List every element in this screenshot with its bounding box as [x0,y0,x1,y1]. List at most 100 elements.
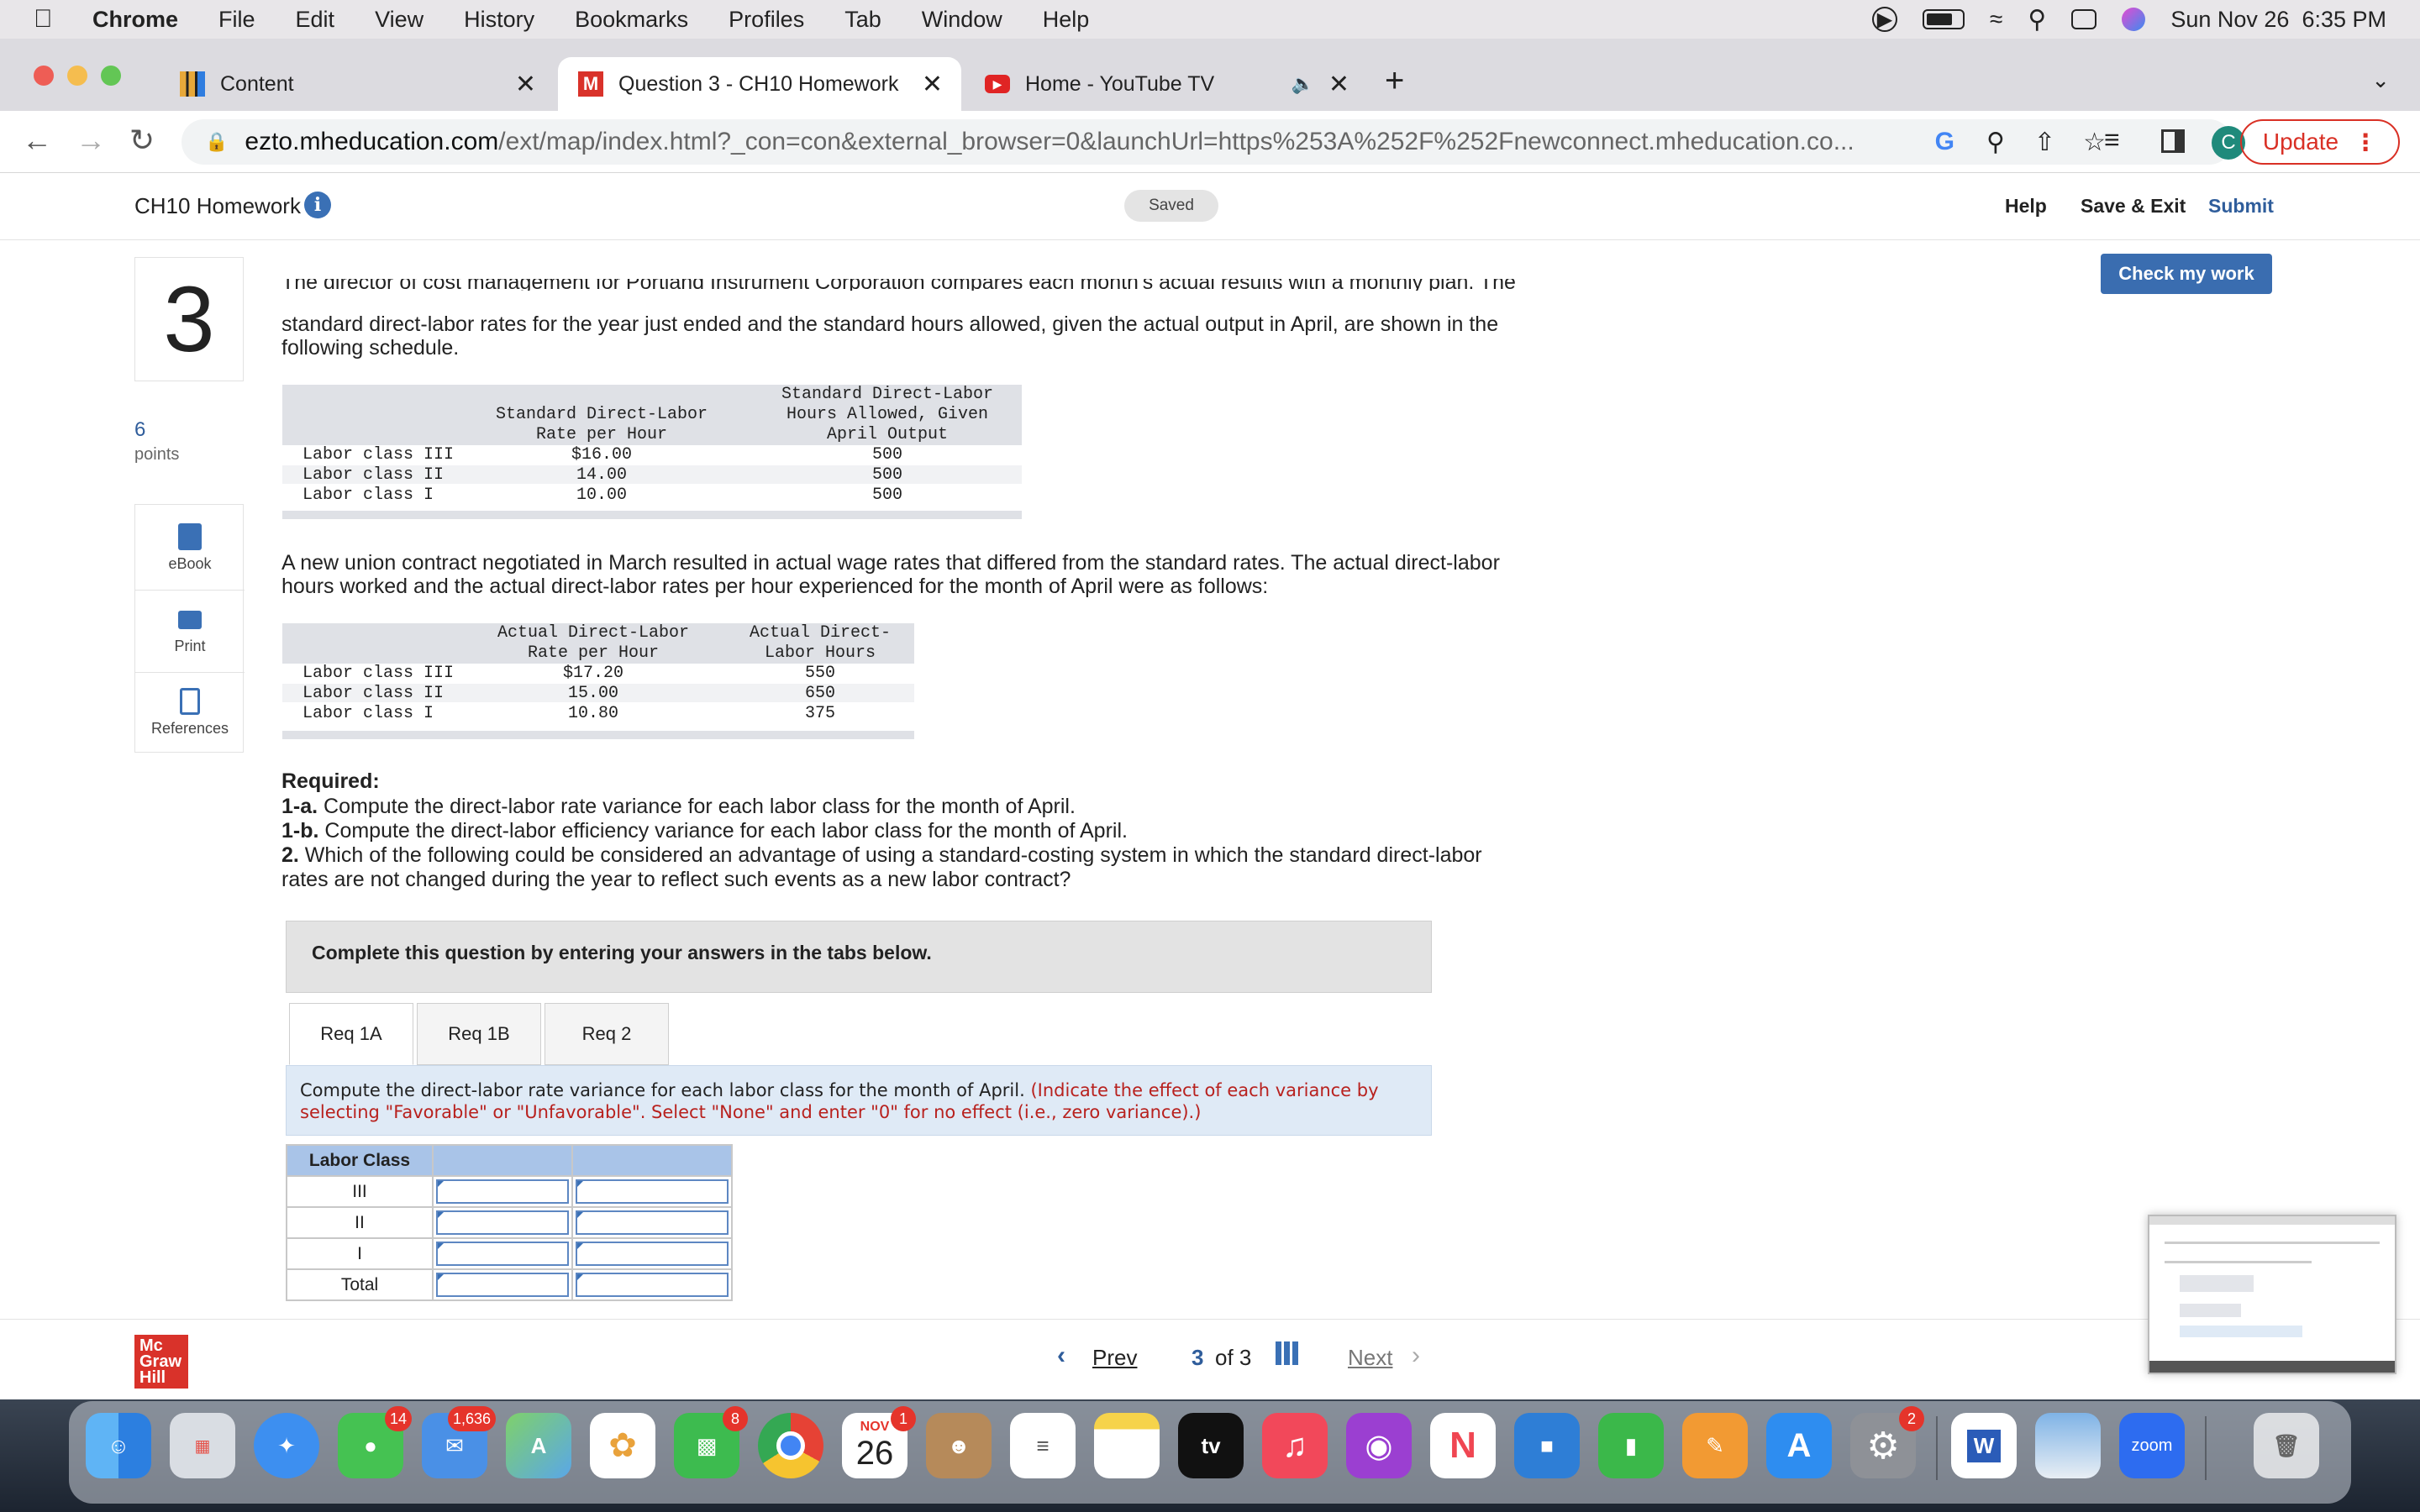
news-icon[interactable]: N [1430,1413,1496,1478]
window-minimize-button[interactable] [67,66,87,86]
variance-amount-input[interactable] [432,1237,573,1270]
photos-icon[interactable]: ✿ [590,1413,655,1478]
next-chevron-icon[interactable]: › [1412,1341,1420,1370]
calendar-icon[interactable]: NOV 26 1 [842,1406,916,1478]
menu-tab[interactable]: Tab [844,7,881,33]
screenshot-thumbnail[interactable] [2148,1215,2396,1374]
preview-icon[interactable] [2035,1413,2101,1478]
wifi-icon[interactable]: ≈ [1990,6,2002,33]
address-bar[interactable]: 🔒 ezto.mheducation.com /ext/map/index.ht… [182,119,2232,165]
submit-link[interactable]: Submit [2208,195,2274,218]
word-icon[interactable]: W [1951,1413,2017,1478]
menu-history[interactable]: History [464,7,534,33]
variance-amount-input[interactable] [432,1175,573,1208]
input-field[interactable] [436,1242,569,1266]
reminders-icon[interactable]: ≡ [1010,1413,1076,1478]
messages-icon[interactable]: ● 14 [338,1406,412,1478]
battery-icon[interactable] [1922,9,1965,29]
menu-edit[interactable]: Edit [296,7,335,33]
reload-icon[interactable]: ↻ [129,123,155,158]
menu-app-chrome[interactable]: Chrome [92,7,178,33]
app-store-icon[interactable]: A [1766,1413,1832,1478]
window-close-button[interactable] [34,66,54,86]
apple-icon[interactable]:  [34,5,67,34]
tab-search-chevron-down-icon[interactable]: ⌄ [2371,67,2390,93]
tab-youtube-tv[interactable]: ▶ Home - YouTube TV 🔈 ✕ [965,57,1368,111]
input-field[interactable] [576,1210,729,1235]
menu-help[interactable]: Help [1043,7,1090,33]
next-button[interactable]: Next [1348,1345,1392,1371]
share-icon[interactable]: ⇧ [2034,128,2055,157]
input-field[interactable] [436,1273,569,1297]
tab-req-2[interactable]: Req 2 [544,1003,669,1065]
info-icon[interactable]: i [304,192,331,218]
pages-icon[interactable]: ✎ [1682,1413,1748,1478]
system-settings-gear-icon[interactable]: ⚙ 2 [1850,1406,1924,1478]
chrome-icon[interactable] [758,1413,823,1478]
references-button[interactable]: References [135,688,245,752]
side-panel-icon[interactable] [2161,129,2185,153]
apple-tv-icon[interactable]: tv [1178,1413,1244,1478]
safari-icon[interactable]: ✦ [254,1413,319,1478]
tab-close-icon[interactable]: ✕ [515,70,536,99]
tab-question-3[interactable]: M Question 3 - CH10 Homework ✕ [558,57,961,111]
check-my-work-button[interactable]: Check my work [2101,254,2272,294]
menu-file[interactable]: File [218,7,255,33]
variance-effect-select[interactable] [571,1268,733,1301]
prev-button[interactable]: Prev [1092,1345,1137,1371]
variance-amount-input[interactable] [432,1206,573,1239]
launchpad-icon[interactable]: ▦ [170,1413,235,1478]
variance-amount-input[interactable] [432,1268,573,1301]
variance-effect-select[interactable] [571,1175,733,1208]
input-field[interactable] [576,1242,729,1266]
input-field[interactable] [576,1179,729,1204]
back-arrow-icon[interactable]: ← [22,123,52,158]
spotlight-search-icon[interactable]: ⚲ [2028,5,2046,34]
notes-icon[interactable] [1094,1413,1160,1478]
ebook-button[interactable]: eBook [135,523,245,591]
menu-bookmarks[interactable]: Bookmarks [575,7,688,33]
help-link[interactable]: Help [2005,195,2047,218]
tab-audio-icon[interactable]: 🔈 [1292,73,1314,95]
menubar-clock[interactable]: Sun Nov 26 6:35 PM [2170,7,2386,33]
variance-effect-select[interactable] [571,1206,733,1239]
numbers-icon[interactable]: ▮ [1598,1413,1664,1478]
tab-content[interactable]: Content ✕ [160,57,555,111]
grid-view-icon[interactable] [1276,1341,1299,1365]
finder-icon[interactable]: ☺ [86,1413,151,1478]
chrome-update-button[interactable]: Update ⋮ [2240,119,2400,165]
reading-list-icon[interactable]: ≡ [2104,124,2120,155]
tab-req-1a[interactable]: Req 1A [289,1003,413,1065]
new-tab-button[interactable]: + [1385,62,1404,100]
menu-profiles[interactable]: Profiles [729,7,804,33]
lock-icon[interactable]: 🔒 [205,131,228,153]
maps-icon[interactable]: A [506,1413,571,1478]
contacts-icon[interactable]: ☻ [926,1413,992,1478]
zoom-icon[interactable]: zoom [2119,1413,2185,1478]
print-button[interactable]: Print [135,606,245,673]
menu-window[interactable]: Window [922,7,1002,33]
mail-icon[interactable]: ✉ 1,636 [422,1406,496,1478]
window-zoom-button[interactable] [101,66,121,86]
input-field[interactable] [576,1273,729,1297]
input-field[interactable] [436,1210,569,1235]
control-center-icon[interactable] [2071,9,2097,29]
zoom-magnifier-icon[interactable]: ⚲ [1986,128,2005,157]
trash-icon[interactable]: 🗑 [2254,1413,2319,1478]
podcasts-icon[interactable]: ◉ [1346,1413,1412,1478]
facetime-icon[interactable]: ▩ 8 [674,1406,748,1478]
input-field[interactable] [436,1179,569,1204]
forward-arrow-icon[interactable]: → [76,123,106,158]
siri-icon[interactable] [2122,8,2146,31]
prev-chevron-icon[interactable]: ‹ [1057,1341,1065,1370]
play-status-icon[interactable]: ▶ [1871,7,1897,32]
variance-effect-select[interactable] [571,1237,733,1270]
tab-close-icon[interactable]: ✕ [1328,70,1349,99]
menu-view[interactable]: View [375,7,424,33]
bookmark-star-icon[interactable]: ☆ [2083,128,2106,157]
google-icon[interactable]: G [1935,128,1954,156]
tab-close-icon[interactable]: ✕ [922,70,943,99]
tab-req-1b[interactable]: Req 1B [417,1003,541,1065]
save-exit-link[interactable]: Save & Exit [2081,195,2186,218]
music-icon[interactable]: ♫ [1262,1413,1328,1478]
